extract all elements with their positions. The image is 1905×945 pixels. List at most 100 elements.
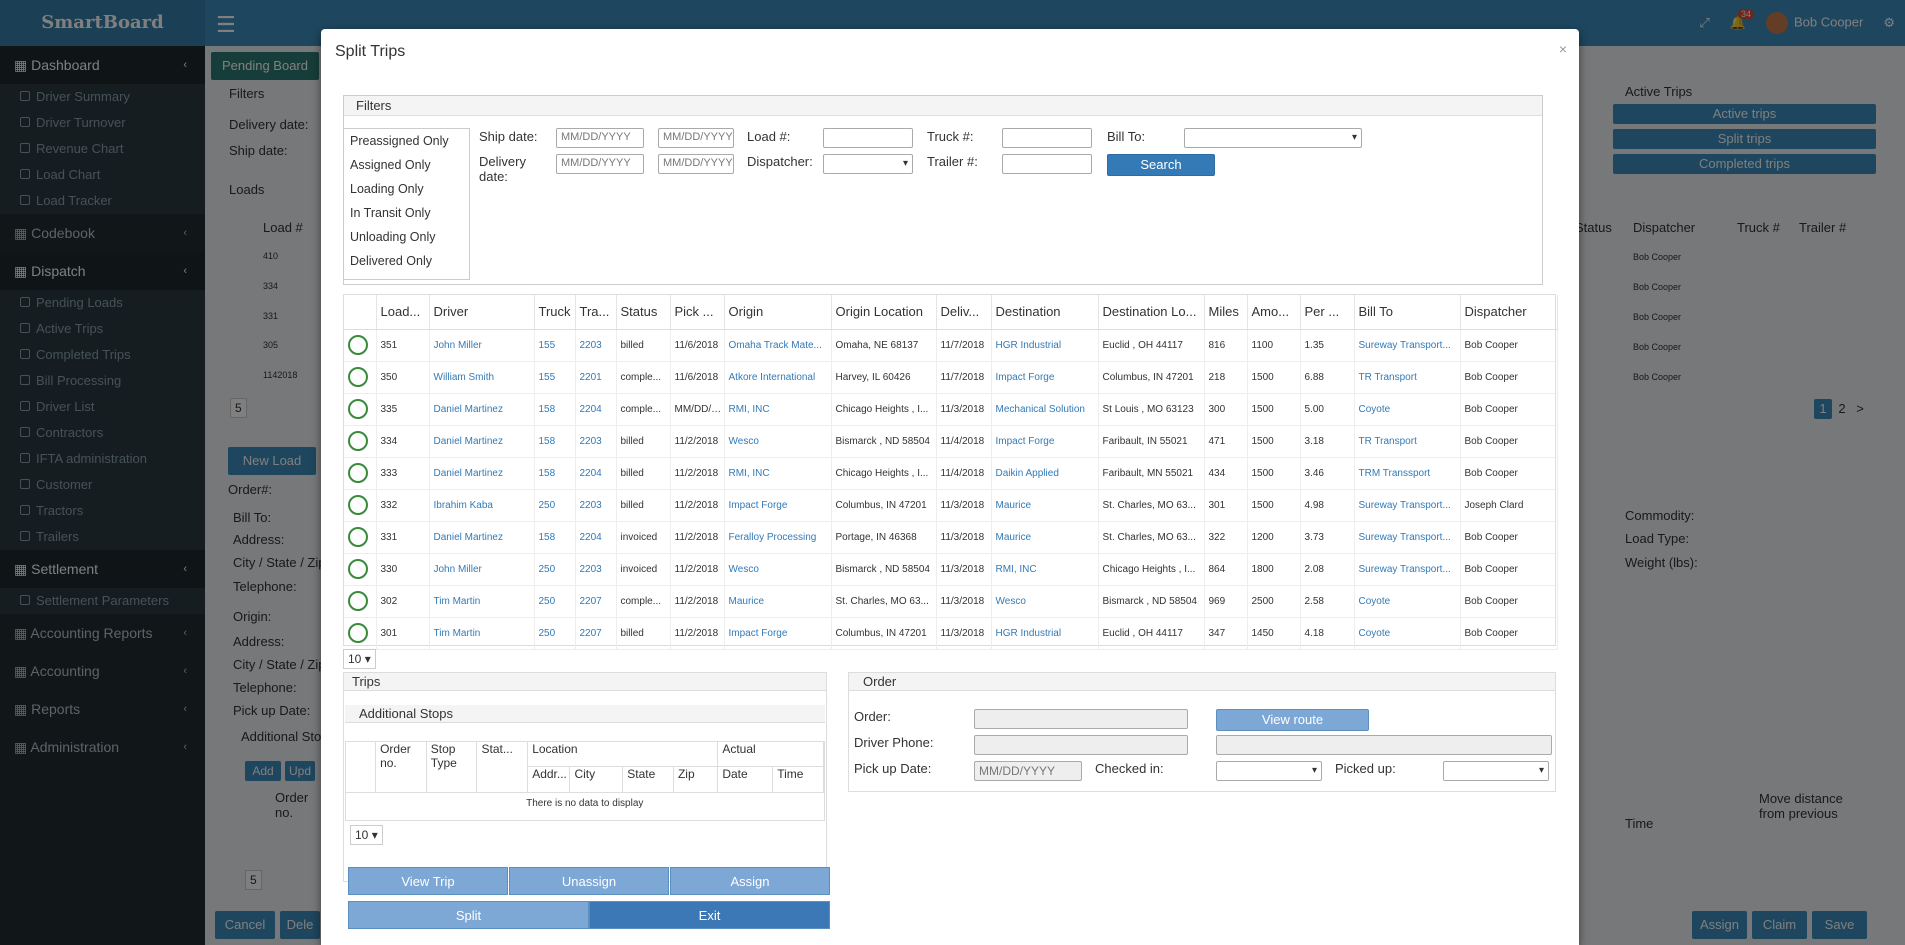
table-cell[interactable]: John Miller [429, 329, 535, 362]
row-select-radio[interactable] [348, 559, 368, 579]
bill-to-select[interactable] [1184, 128, 1362, 148]
status-filter-option[interactable]: In Transit Only [344, 201, 469, 225]
stops-header-date[interactable]: Date [717, 766, 774, 793]
table-cell[interactable]: 2204 [575, 457, 617, 490]
grid-column-header[interactable]: Tra... [575, 295, 617, 330]
stops-header-status[interactable]: Stat... [476, 742, 529, 793]
table-cell[interactable]: Daniel Martinez [429, 393, 535, 426]
unassign-button[interactable]: Unassign [509, 867, 669, 895]
table-cell[interactable]: 250 [534, 617, 576, 650]
table-cell[interactable]: 250 [534, 585, 576, 618]
stops-header-stop-type[interactable]: Stop Type [426, 742, 478, 793]
table-cell[interactable]: 158 [534, 425, 576, 458]
table-cell[interactable]: HGR Industrial [991, 617, 1099, 650]
table-cell[interactable]: 155 [534, 361, 576, 394]
table-cell[interactable]: 2204 [575, 393, 617, 426]
dispatcher-select[interactable] [823, 154, 913, 174]
table-cell[interactable]: Impact Forge [991, 361, 1099, 394]
table-cell[interactable]: Tim Martin [429, 585, 535, 618]
grid-column-header[interactable]: Dispatcher [1460, 295, 1558, 330]
status-filter-option[interactable]: Unloading Only [344, 225, 469, 249]
trailer-number-input[interactable] [1002, 154, 1092, 174]
assign-button[interactable]: Assign [670, 867, 830, 895]
table-cell[interactable]: Sureway Transport... [1354, 521, 1461, 554]
table-cell[interactable]: Sureway Transport... [1354, 329, 1461, 362]
table-row[interactable]: 330 John Miller 250 2203 invoiced 11/2/2018 We… [344, 553, 1558, 586]
grid-column-header[interactable]: Load... [376, 295, 430, 330]
table-cell[interactable]: 250 [534, 489, 576, 522]
table-cell[interactable]: Daniel Martinez [429, 521, 535, 554]
order-input[interactable] [974, 709, 1188, 729]
table-cell[interactable]: Atkore International [724, 361, 832, 394]
grid-column-header[interactable]: Destination [991, 295, 1099, 330]
table-row[interactable]: 331 Daniel Martinez 158 2204 invoiced 11/2/20… [344, 521, 1558, 554]
table-cell[interactable]: 2203 [575, 489, 617, 522]
search-button[interactable]: Search [1107, 154, 1215, 176]
stops-header-time[interactable]: Time [772, 766, 824, 793]
grid-column-header[interactable]: Deliv... [936, 295, 992, 330]
table-cell[interactable]: RMI, INC [724, 393, 832, 426]
row-select-radio[interactable] [348, 495, 368, 515]
table-row[interactable]: 334 Daniel Martinez 158 2203 billed 11/2/2018… [344, 425, 1558, 458]
table-cell[interactable]: Coyote [1354, 617, 1461, 650]
delivery-date-from-input[interactable]: MM/DD/YYYY [556, 154, 644, 174]
table-cell[interactable]: Impact Forge [991, 425, 1099, 458]
order-pickup-date-input[interactable]: MM/DD/YYYY [974, 761, 1082, 781]
stops-page-size-select[interactable]: 10 ▾ [350, 825, 383, 845]
table-cell[interactable]: 250 [534, 553, 576, 586]
grid-column-header[interactable]: Status [616, 295, 671, 330]
table-cell[interactable]: RMI, INC [724, 457, 832, 490]
table-cell[interactable]: Daniel Martinez [429, 457, 535, 490]
table-row[interactable]: 335 Daniel Martinez 158 2204 comple... MM/DD/… [344, 393, 1558, 426]
row-select-radio[interactable] [348, 591, 368, 611]
table-cell[interactable]: Wesco [724, 425, 832, 458]
checked-in-select[interactable] [1216, 761, 1322, 781]
table-cell[interactable]: Maurice [991, 489, 1099, 522]
driver-phone-input[interactable] [974, 735, 1188, 755]
load-number-input[interactable] [823, 128, 913, 148]
table-cell[interactable]: Impact Forge [724, 489, 832, 522]
row-select-radio[interactable] [348, 399, 368, 419]
view-trip-button[interactable]: View Trip [348, 867, 508, 895]
view-route-button[interactable]: View route [1216, 709, 1369, 731]
table-cell[interactable]: John Miller [429, 553, 535, 586]
grid-column-header[interactable]: Destination Lo... [1098, 295, 1205, 330]
row-select-radio[interactable] [348, 431, 368, 451]
table-cell[interactable]: Coyote [1354, 393, 1461, 426]
grid-column-header[interactable]: Origin Location [831, 295, 937, 330]
table-cell[interactable]: Daikin Applied [991, 457, 1099, 490]
table-row[interactable]: 333 Daniel Martinez 158 2204 billed 11/2/2018… [344, 457, 1558, 490]
table-cell[interactable]: Maurice [991, 521, 1099, 554]
row-select-radio[interactable] [348, 463, 368, 483]
table-cell[interactable]: Omaha Track Mate... [724, 329, 832, 362]
status-filter-option[interactable]: Loading Only [344, 177, 469, 201]
row-select-radio[interactable] [348, 527, 368, 547]
close-icon[interactable]: × [1559, 41, 1567, 57]
stops-header-address[interactable]: Addr... [527, 766, 571, 793]
table-cell[interactable]: 2201 [575, 361, 617, 394]
table-row[interactable]: 302 Tim Martin 250 2207 comple... 11/2/2018 Ma… [344, 585, 1558, 618]
grid-column-header[interactable]: Amo... [1247, 295, 1301, 330]
status-filter-list[interactable]: Preassigned Only Assigned Only Loading Onl… [343, 128, 470, 280]
table-cell[interactable]: 2207 [575, 585, 617, 618]
grid-column-header[interactable]: Driver [429, 295, 535, 330]
table-cell[interactable]: William Smith [429, 361, 535, 394]
status-filter-option[interactable]: Assigned Only [344, 153, 469, 177]
table-cell[interactable]: TR Transport [1354, 425, 1461, 458]
table-cell[interactable]: Sureway Transport... [1354, 489, 1461, 522]
table-cell[interactable]: RMI, INC [991, 553, 1099, 586]
table-cell[interactable]: Maurice [724, 585, 832, 618]
stops-header-order-no[interactable]: Order no. [375, 742, 427, 793]
table-cell[interactable]: Coyote [1354, 585, 1461, 618]
stops-header-state[interactable]: State [622, 766, 674, 793]
driver-info-input[interactable] [1216, 735, 1552, 755]
grid-column-header[interactable]: Bill To [1354, 295, 1461, 330]
table-cell[interactable]: Tim Martin [429, 617, 535, 650]
grid-page-size-select[interactable]: 10 ▾ [343, 649, 376, 669]
row-select-radio[interactable] [348, 623, 368, 643]
delivery-date-to-input[interactable]: MM/DD/YYYY [658, 154, 734, 174]
table-row[interactable]: 332 Ibrahim Kaba 250 2203 billed 11/2/2018 Imp… [344, 489, 1558, 522]
status-filter-option[interactable]: Delivered Only [344, 249, 469, 273]
table-cell[interactable]: 155 [534, 329, 576, 362]
table-cell[interactable]: TR Transport [1354, 361, 1461, 394]
